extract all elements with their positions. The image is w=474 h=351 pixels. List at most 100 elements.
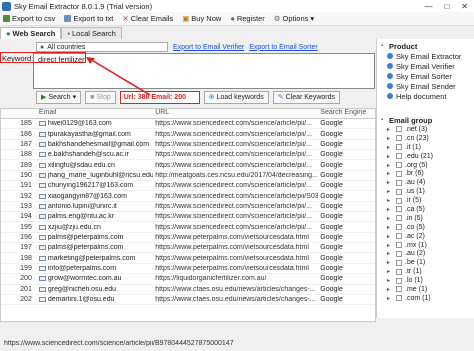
group-checkbox[interactable] — [396, 268, 402, 275]
expand-icon[interactable]: ▸ — [387, 197, 393, 204]
table-row[interactable]: 201 greg@nicheti.osu.edu https://www.cfaes… — [1, 285, 375, 295]
tab-web-search[interactable]: ● Web Search — [0, 27, 62, 39]
group-checkbox[interactable] — [396, 162, 402, 168]
table-row[interactable]: 186 tpurakayastha@gmail.com https://www.sc… — [1, 129, 375, 140]
table-row[interactable]: 191 chunying196217@163.com https://www.sci… — [1, 181, 375, 192]
search-button[interactable]: ▶ Search ▾ — [36, 90, 82, 104]
table-row[interactable]: 194 palms.eng@ntu.ac.kr https://www.scienc… — [1, 212, 375, 223]
stop-button[interactable]: ■ Stop — [85, 90, 116, 104]
expand-icon[interactable]: ▸ — [387, 259, 393, 266]
buy-now-button[interactable]: ▣ Buy Now — [182, 14, 221, 23]
group-checkbox[interactable] — [396, 250, 402, 257]
collapse-icon[interactable]: ▪ — [381, 117, 387, 123]
group-checkbox[interactable] — [396, 295, 402, 302]
group-checkbox[interactable] — [396, 179, 402, 186]
group-item[interactable]: ▸ .br (6) — [377, 169, 474, 178]
col-url[interactable]: URL — [153, 109, 318, 118]
group-checkbox[interactable] — [396, 197, 402, 204]
expand-icon[interactable]: ▸ — [387, 286, 393, 293]
table-row[interactable]: 190 jhang_marie_luginbuhl@ncsu.edu http://… — [1, 171, 375, 182]
tab-local-search[interactable]: ▪ Local Search — [61, 27, 122, 39]
clear-emails-button[interactable]: ✕ Clear Emails — [122, 14, 173, 23]
group-checkbox[interactable] — [396, 188, 402, 195]
group-checkbox[interactable] — [396, 135, 402, 142]
group-item[interactable]: ▸ .in (5) — [377, 214, 474, 223]
group-checkbox[interactable] — [396, 206, 402, 213]
expand-icon[interactable]: ▸ — [387, 170, 393, 177]
group-item[interactable]: ▸ .cn (23) — [377, 134, 474, 143]
table-row[interactable]: 197 palms@peterpalms.com https://www.peter… — [1, 243, 375, 254]
export-csv-button[interactable]: Export to csv — [3, 14, 55, 23]
table-row[interactable]: 195 xzjiu@zju.edu.cn https://www.sciencedi… — [1, 222, 375, 233]
group-checkbox[interactable] — [396, 153, 402, 160]
group-item[interactable]: ▸ .au (4) — [377, 178, 474, 187]
group-checkbox[interactable] — [396, 259, 402, 266]
group-item[interactable]: ▸ .edu (21) — [377, 152, 474, 161]
expand-icon[interactable]: ▸ — [387, 162, 393, 169]
group-item[interactable]: ▸ .co (5) — [377, 223, 474, 232]
group-item[interactable]: ▸ .be (1) — [377, 258, 474, 267]
minimize-icon[interactable]: — — [424, 2, 432, 11]
load-keywords-button[interactable]: ⊕ Load keywords — [203, 90, 269, 104]
export-sorter-link[interactable]: Export to Email Sorter — [249, 44, 317, 51]
table-row[interactable]: 193 antonio.lupini@unirc.it https://www.sc… — [1, 202, 375, 213]
product-item[interactable]: Sky Email Verifier — [377, 61, 474, 71]
group-item[interactable]: ▸ .us (1) — [377, 187, 474, 196]
table-row[interactable]: 185 hwei0129@163.com https://www.sciencedi… — [1, 119, 375, 130]
table-row[interactable]: 198 marketing@peterpalms.com https://www.p… — [1, 253, 375, 264]
group-checkbox[interactable] — [396, 242, 402, 249]
col-email[interactable]: Email — [37, 109, 153, 118]
expand-icon[interactable]: ▸ — [387, 242, 393, 249]
group-item[interactable]: ▸ .me (1) — [377, 285, 474, 294]
country-select[interactable]: ● All countries — [36, 42, 168, 52]
group-item[interactable]: ▸ .com (1) — [377, 294, 474, 303]
group-item[interactable]: ▸ .net (3) — [377, 125, 474, 134]
expand-icon[interactable]: ▸ — [387, 206, 393, 213]
export-verifier-link[interactable]: Export to Email Verifier — [173, 44, 244, 51]
group-checkbox[interactable] — [396, 224, 402, 231]
product-item[interactable]: Sky Email Sorter — [377, 71, 474, 81]
expand-icon[interactable]: ▸ — [387, 215, 393, 222]
expand-icon[interactable]: ▸ — [387, 295, 393, 302]
maximize-icon[interactable]: □ — [444, 2, 449, 11]
table-row[interactable]: 196 palms@peterpalms.com https://www.peter… — [1, 233, 375, 244]
group-item[interactable]: ▸ .tr (1) — [377, 267, 474, 276]
export-txt-button[interactable]: Export to txt — [64, 14, 113, 23]
product-item[interactable]: Help document — [377, 91, 474, 101]
expand-icon[interactable]: ▸ — [387, 126, 393, 133]
col-search-engine[interactable]: Search Engine — [318, 109, 375, 118]
group-checkbox[interactable] — [396, 126, 402, 133]
table-row[interactable]: 189 xilingfu@sdau.edu.cn https://www.scien… — [1, 160, 375, 171]
register-button[interactable]: ● Register — [230, 14, 264, 23]
group-item[interactable]: ▸ .lo (1) — [377, 276, 474, 285]
group-item[interactable]: ▸ .ir (5) — [377, 196, 474, 205]
group-item[interactable]: ▸ .ca (5) — [377, 205, 474, 214]
group-checkbox[interactable] — [396, 233, 402, 240]
table-row[interactable]: 202 demartini.1@osu.edu https://www.cfaes.… — [1, 295, 375, 306]
expand-icon[interactable]: ▸ — [387, 268, 393, 275]
expand-icon[interactable]: ▸ — [387, 135, 393, 142]
clear-keywords-button[interactable]: ✎ Clear Keywords — [272, 90, 340, 104]
group-checkbox[interactable] — [396, 215, 402, 222]
table-row[interactable]: 187 bakhshandehesmail@gmail.com https://ww… — [1, 140, 375, 151]
group-item[interactable]: ▸ .ac (2) — [377, 232, 474, 241]
group-checkbox[interactable] — [396, 286, 402, 293]
group-checkbox[interactable] — [396, 144, 402, 151]
expand-icon[interactable]: ▸ — [387, 153, 393, 160]
group-item[interactable]: ▸ .org (5) — [377, 161, 474, 170]
expand-icon[interactable]: ▸ — [387, 144, 393, 151]
group-checkbox[interactable] — [396, 277, 402, 284]
group-checkbox[interactable] — [396, 170, 402, 177]
table-row[interactable]: 192 xiaogangyin87@163.com https://www.scie… — [1, 191, 375, 202]
table-row[interactable]: 199 info@peterpalms.com https://www.peterp… — [1, 264, 375, 275]
expand-icon[interactable]: ▸ — [387, 179, 393, 186]
table-row[interactable]: 200 grow@wormtec.com.au https://liquidorga… — [1, 274, 375, 285]
group-item[interactable]: ▸ .it (1) — [377, 143, 474, 152]
group-item[interactable]: ▸ .mx (1) — [377, 241, 474, 250]
options-button[interactable]: ⚙ Options ▾ — [274, 14, 314, 23]
product-item[interactable]: Sky Email Extractor — [377, 51, 474, 61]
expand-icon[interactable]: ▸ — [387, 224, 393, 231]
table-row[interactable]: 188 e.bakhshandeh@scu.ac.ir https://www.sc… — [1, 150, 375, 161]
close-icon[interactable]: ✕ — [461, 2, 468, 11]
expand-icon[interactable]: ▸ — [387, 250, 393, 257]
